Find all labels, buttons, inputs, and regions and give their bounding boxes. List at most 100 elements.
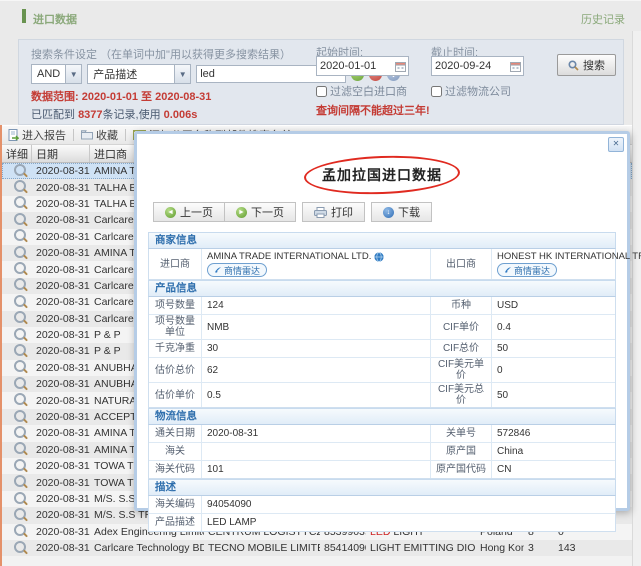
detail-magnifier-icon[interactable] xyxy=(14,311,26,323)
filter-blank-importer-checkbox[interactable]: 过滤空白进口商 xyxy=(316,83,407,99)
date-cell: 2020-08-31 xyxy=(32,378,90,390)
filter-blank-importer-label: 过滤空白进口商 xyxy=(330,83,407,99)
search-conditions-label: 搜索条件设定 （在单词中加"用以获得更多搜索结果） xyxy=(31,46,291,62)
detail-magnifier-icon[interactable] xyxy=(14,344,26,356)
importer-label: 进口商 xyxy=(149,249,202,279)
filter-logistics-checkbox[interactable]: 过滤物流公司 xyxy=(431,83,511,99)
field-value: China xyxy=(492,443,615,460)
detail-magnifier-icon[interactable] xyxy=(14,442,26,454)
detail-magnifier-icon[interactable] xyxy=(14,377,26,389)
hs-code-cell: 85414090 xyxy=(320,542,366,554)
date-cell: 2020-08-31 xyxy=(32,395,90,407)
matched-count: 8377 xyxy=(78,109,102,121)
field-label: 项号数量 xyxy=(149,297,202,314)
print-button[interactable]: 打印 xyxy=(302,202,365,222)
radar-label: 商情雷达 xyxy=(224,264,260,277)
end-date-input[interactable] xyxy=(432,59,510,73)
detail-magnifier-icon[interactable] xyxy=(14,524,26,536)
detail-magnifier-icon[interactable] xyxy=(14,393,26,405)
download-button[interactable]: ↓ 下载 xyxy=(371,202,432,222)
search-button[interactable]: 搜索 xyxy=(557,54,616,76)
detail-row: 通关日期2020-08-31关单号572846 xyxy=(149,425,615,443)
prev-page-label: 上一页 xyxy=(180,204,213,220)
detail-magnifier-icon[interactable] xyxy=(14,262,26,274)
checkbox[interactable] xyxy=(431,86,442,97)
close-icon[interactable]: ✕ xyxy=(608,137,624,152)
field-label: 币种 xyxy=(430,297,492,314)
favorite-button[interactable]: 收藏 xyxy=(81,127,118,143)
combo-arrow-icon[interactable]: ▼ xyxy=(174,65,190,83)
detail-magnifier-icon[interactable] xyxy=(14,180,26,192)
field-value: 62 xyxy=(202,358,430,382)
radar-badge[interactable]: 商情雷达 xyxy=(497,263,557,277)
detail-magnifier-icon[interactable] xyxy=(14,426,26,438)
header-detail[interactable]: 详细 xyxy=(2,145,32,162)
exporter-name: HONEST HK INTERNATIONAL TRADING CO xyxy=(497,251,641,262)
search-field-value: 产品描述 xyxy=(88,66,174,82)
detail-cell xyxy=(2,180,32,195)
detail-magnifier-icon[interactable] xyxy=(14,328,26,340)
app-root: 进口数据 历史记录 搜索条件设定 （在单词中加"用以获得更多搜索结果） AND … xyxy=(0,0,641,566)
date-cell: 2020-08-31 xyxy=(32,264,90,276)
matched-middle: 条记录,使用 xyxy=(103,109,164,121)
history-link[interactable]: 历史记录 xyxy=(581,11,625,27)
detail-cell xyxy=(2,262,32,277)
field-label: 产品描述 xyxy=(149,514,202,531)
search-panel: 搜索条件设定 （在单词中加"用以获得更多搜索结果） AND ▼ 产品描述 ▼ +… xyxy=(18,39,624,125)
detail-cell xyxy=(2,246,32,261)
radar-badge[interactable]: 商情雷达 xyxy=(207,263,267,277)
detail-magnifier-icon[interactable] xyxy=(14,475,26,487)
detail-row: 海关代码101原产国代码CN xyxy=(149,461,615,478)
detail-magnifier-icon[interactable] xyxy=(14,541,26,553)
favorite-icon xyxy=(81,130,93,140)
field-value: 0.4 xyxy=(492,315,615,339)
date-cell: 2020-08-31 xyxy=(32,182,90,194)
section-description-title: 描述 xyxy=(148,479,616,496)
search-field-select[interactable]: 产品描述 ▼ xyxy=(87,64,191,84)
table-row[interactable]: 2020-08-31Carlcare Technology BD Limited… xyxy=(2,540,632,556)
section-logistics-title: 物流信息 xyxy=(148,408,616,425)
detail-magnifier-icon[interactable] xyxy=(14,295,26,307)
field-label: 千克净重 xyxy=(149,340,202,357)
detail-magnifier-icon[interactable] xyxy=(14,229,26,241)
detail-magnifier-icon[interactable] xyxy=(14,459,26,471)
detail-magnifier-icon[interactable] xyxy=(14,196,26,208)
start-date-input[interactable] xyxy=(317,59,395,73)
field-value: 572846 xyxy=(492,425,615,442)
globe-icon[interactable] xyxy=(374,252,384,262)
combo-arrow-icon[interactable]: ▼ xyxy=(65,65,81,83)
date-cell: 2020-08-31 xyxy=(32,214,90,226)
date-cell: 2020-08-31 xyxy=(32,509,90,521)
checkbox[interactable] xyxy=(316,86,327,97)
detail-magnifier-icon[interactable] xyxy=(14,246,26,258)
matched-prefix: 已匹配到 xyxy=(31,109,78,121)
vertical-scrollbar[interactable] xyxy=(632,31,641,566)
detail-magnifier-icon[interactable] xyxy=(14,360,26,372)
detail-magnifier-icon[interactable] xyxy=(14,278,26,290)
importer-cell: Carlcare Technology BD Limited xyxy=(90,542,204,554)
start-date-field[interactable] xyxy=(316,56,409,76)
next-page-button[interactable]: ► 下一页 xyxy=(224,202,296,222)
bool-operator-value: AND xyxy=(32,68,65,80)
report-icon xyxy=(8,129,19,141)
end-date-field[interactable] xyxy=(431,56,524,76)
prev-page-button[interactable]: ◄ 上一页 xyxy=(153,202,225,222)
detail-magnifier-icon[interactable] xyxy=(14,508,26,520)
field-value: 101 xyxy=(202,461,430,478)
detail-magnifier-icon[interactable] xyxy=(14,164,26,176)
amount-cell: 143 xyxy=(554,542,612,554)
detail-magnifier-icon[interactable] xyxy=(14,213,26,225)
detail-magnifier-icon[interactable] xyxy=(14,410,26,422)
bool-operator-select[interactable]: AND ▼ xyxy=(31,64,82,84)
enter-report-button[interactable]: 进入报告 xyxy=(8,127,66,143)
field-label: CIF单价 xyxy=(430,315,492,339)
calendar-icon[interactable] xyxy=(510,61,521,72)
detail-cell xyxy=(2,524,32,539)
detail-magnifier-icon[interactable] xyxy=(14,492,26,504)
detail-row: 项号数量单位NMBCIF单价0.4 xyxy=(149,315,615,340)
header-date[interactable]: 日期 xyxy=(32,145,90,162)
calendar-icon[interactable] xyxy=(395,61,406,72)
field-label: 估价单价 xyxy=(149,383,202,407)
detail-cell xyxy=(2,459,32,474)
field-value xyxy=(202,443,430,460)
